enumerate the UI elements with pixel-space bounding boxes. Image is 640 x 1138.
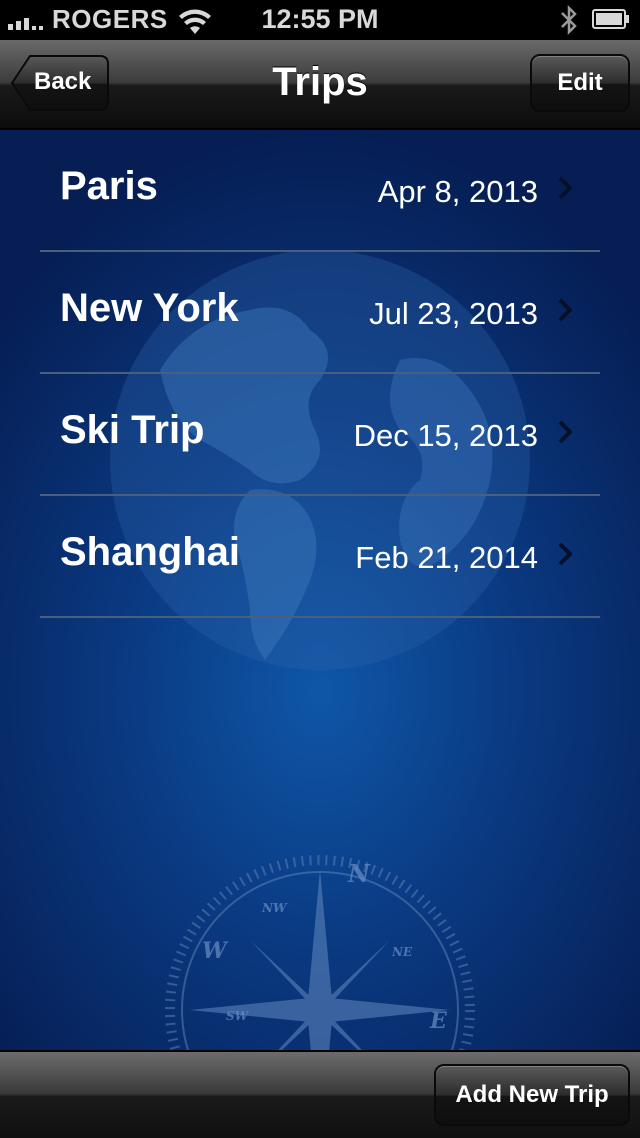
bluetooth-icon: [561, 4, 577, 36]
chevron-right-icon: [558, 298, 572, 322]
trip-date: Apr 8, 2013: [377, 174, 538, 209]
chevron-right-icon: [558, 420, 572, 444]
compass-e-label: E: [429, 1008, 448, 1034]
trip-row[interactable]: Paris Apr 8, 2013: [40, 130, 600, 252]
add-new-trip-button[interactable]: Add New Trip: [434, 1064, 630, 1126]
trip-name: Shanghai: [60, 530, 241, 574]
compass-nw-label: NW: [261, 901, 288, 915]
clock: 12:55 PM: [261, 4, 379, 34]
status-bar: ROGERS 12:55 PM: [0, 0, 640, 40]
trip-name: Paris: [60, 164, 158, 208]
trip-name: Ski Trip: [60, 408, 205, 452]
chevron-right-icon: [558, 542, 572, 566]
compass-n-label: N: [347, 859, 371, 888]
trip-row[interactable]: New York Jul 23, 2013: [40, 252, 600, 374]
compass-w-label: W: [202, 938, 229, 964]
trip-date: Dec 15, 2013: [353, 418, 538, 453]
chevron-right-icon: [558, 176, 572, 200]
compass-illustration: N E W NE NW SW: [165, 855, 475, 1050]
trips-background: N E W NE NW SW Paris Apr 8, 2013 New Yor…: [0, 130, 640, 1050]
trip-date: Jul 23, 2013: [369, 296, 538, 331]
trips-list: Paris Apr 8, 2013 New York Jul 23, 2013 …: [40, 130, 600, 618]
edit-button[interactable]: Edit: [530, 54, 630, 112]
battery-icon: [592, 9, 629, 29]
trip-row[interactable]: Shanghai Feb 21, 2014: [40, 496, 600, 618]
bottom-toolbar: Add New Trip: [0, 1050, 640, 1138]
navigation-bar: Back Trips Edit: [0, 40, 640, 130]
trip-name: New York: [60, 286, 239, 330]
compass-ne-label: NE: [391, 945, 413, 959]
trip-date: Feb 21, 2014: [355, 540, 538, 575]
compass-sw-label: SW: [226, 1009, 250, 1023]
trip-row[interactable]: Ski Trip Dec 15, 2013: [40, 374, 600, 496]
